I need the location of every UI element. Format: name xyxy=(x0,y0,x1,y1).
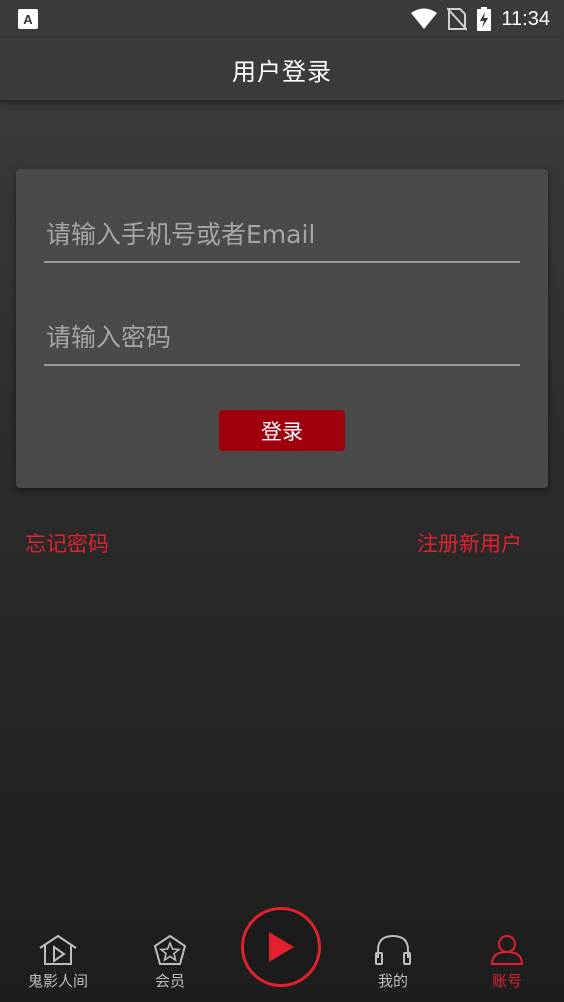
password-field xyxy=(44,310,520,366)
a-notification-icon: A xyxy=(18,9,38,29)
password-input[interactable] xyxy=(44,310,520,364)
forgot-password-link[interactable]: 忘记密码 xyxy=(25,528,109,558)
status-time: 11:34 xyxy=(501,7,550,30)
nav-label-vip: 会员 xyxy=(154,972,185,990)
nav-item-home[interactable]: 鬼影人间 xyxy=(8,920,108,1002)
login-button[interactable]: 登录 xyxy=(219,410,345,451)
page-title: 用户登录 xyxy=(232,57,332,86)
phone-email-input[interactable] xyxy=(44,207,520,261)
register-link[interactable]: 注册新用户 xyxy=(417,528,522,558)
no-sim-icon xyxy=(447,7,468,31)
login-card: 登录 xyxy=(16,169,548,488)
nav-item-vip[interactable]: 会员 xyxy=(120,920,220,1002)
nav-item-mine[interactable]: 我的 xyxy=(343,920,443,1002)
play-button[interactable] xyxy=(241,907,321,987)
status-bar: A 11:34 xyxy=(0,0,564,38)
nav-label-mine: 我的 xyxy=(377,972,408,990)
app-bar: 用户登录 xyxy=(0,38,564,100)
home-play-icon xyxy=(39,934,77,965)
pentagon-star-icon xyxy=(153,934,187,965)
nav-item-account[interactable]: 账号 xyxy=(457,920,557,1002)
battery-charging-icon xyxy=(477,7,492,31)
user-icon xyxy=(490,935,524,965)
headphones-icon xyxy=(375,934,411,965)
phone-email-field xyxy=(44,207,520,263)
wifi-icon xyxy=(411,8,438,29)
nav-label-account: 账号 xyxy=(491,972,522,990)
nav-label-home: 鬼影人间 xyxy=(27,972,88,990)
play-icon xyxy=(269,932,294,962)
